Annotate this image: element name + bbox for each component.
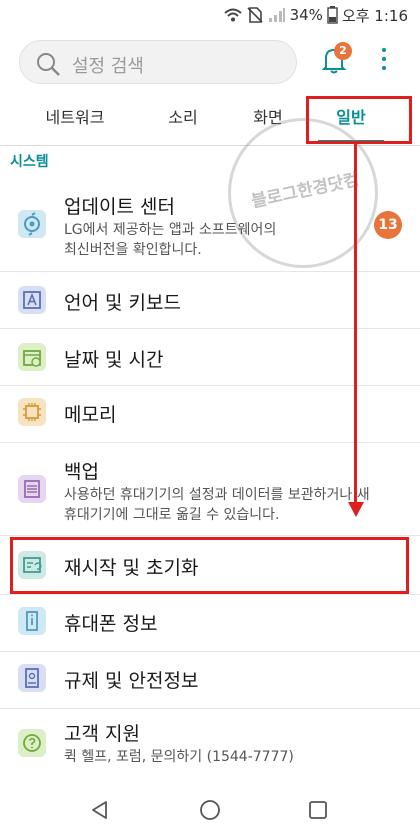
list-item-date-time[interactable]: 날짜 및 시간 [0,329,420,385]
item-title: 언어 및 키보드 [64,292,181,314]
clock: 오후 1:16 [341,6,408,25]
list-item-regulatory-safety[interactable]: 규제 및 안전정보 [0,652,420,708]
more-options-button[interactable] [374,48,394,74]
regulatory-icon [18,664,46,692]
notification-badge: 2 [334,42,352,60]
item-title: 업데이트 센터 [64,196,175,218]
list-item-customer-support[interactable]: 고객 지원 퀵 헬프, 포럼, 문의하기 (1544-7777) [0,709,420,779]
annotation-arrow-head [348,502,364,517]
update-icon [18,210,46,238]
memory-chip-icon [18,398,46,426]
wifi-icon [223,8,242,22]
tab-sound[interactable]: 소리 [158,100,208,144]
list-item-memory[interactable]: 메모리 [0,386,420,442]
home-icon[interactable] [199,799,221,821]
item-title: 휴대폰 정보 [64,613,158,635]
language-icon [18,286,46,314]
list-item-phone-info[interactable]: 휴대폰 정보 [0,595,420,651]
annotation-arrow-line [354,143,357,503]
item-title: 백업 [64,461,99,483]
item-title: 고객 지원 [64,723,140,745]
backup-icon [18,475,46,503]
battery-icon [327,6,338,24]
item-title: 메모리 [64,404,117,426]
item-subtitle-line1: LG에서 제공하는 앱과 소프트웨어의 [64,222,277,238]
back-icon[interactable] [90,800,110,820]
search-input[interactable]: 설정 검색 [19,40,297,84]
search-icon [37,53,60,76]
no-sim-icon [247,7,263,23]
item-subtitle-line1: 사용하던 휴대기기의 설정과 데이터를 보관하거나 새 [64,487,370,503]
highlight-box-general-tab [306,96,412,144]
phone-info-icon [18,607,46,635]
section-title: 시스템 [10,154,49,170]
list-item-backup[interactable]: 백업 사용하던 휴대기기의 설정과 데이터를 보관하거나 새 휴대기기에 그대로… [0,443,420,535]
highlight-box-restart-reset [10,537,409,594]
search-placeholder: 설정 검색 [72,56,144,77]
item-title: 날짜 및 시간 [64,349,164,371]
recent-apps-icon[interactable] [308,800,328,820]
signal-icon [268,8,285,22]
help-icon [18,729,46,757]
list-item-language-keyboard[interactable]: 언어 및 키보드 [0,272,420,328]
battery-percent: 34% [289,6,323,24]
list-item-update-center[interactable]: 업데이트 센터 LG에서 제공하는 앱과 소프트웨어의 최신버전을 확인합니다. [0,178,420,270]
navigation-bar [0,780,420,840]
item-subtitle-line2: 휴대기기에 그대로 옮길 수 있습니다. [64,507,280,523]
update-count-badge: 13 [374,211,402,239]
item-subtitle-line2: 최신버전을 확인합니다. [64,242,202,258]
item-title: 규제 및 안전정보 [64,670,199,692]
status-bar: 34% 오후 1:16 [0,0,420,30]
calendar-icon [18,343,46,371]
item-subtitle: 퀵 헬프, 포럼, 문의하기 (1544-7777) [64,749,294,765]
tab-network[interactable]: 네트워크 [38,100,112,144]
